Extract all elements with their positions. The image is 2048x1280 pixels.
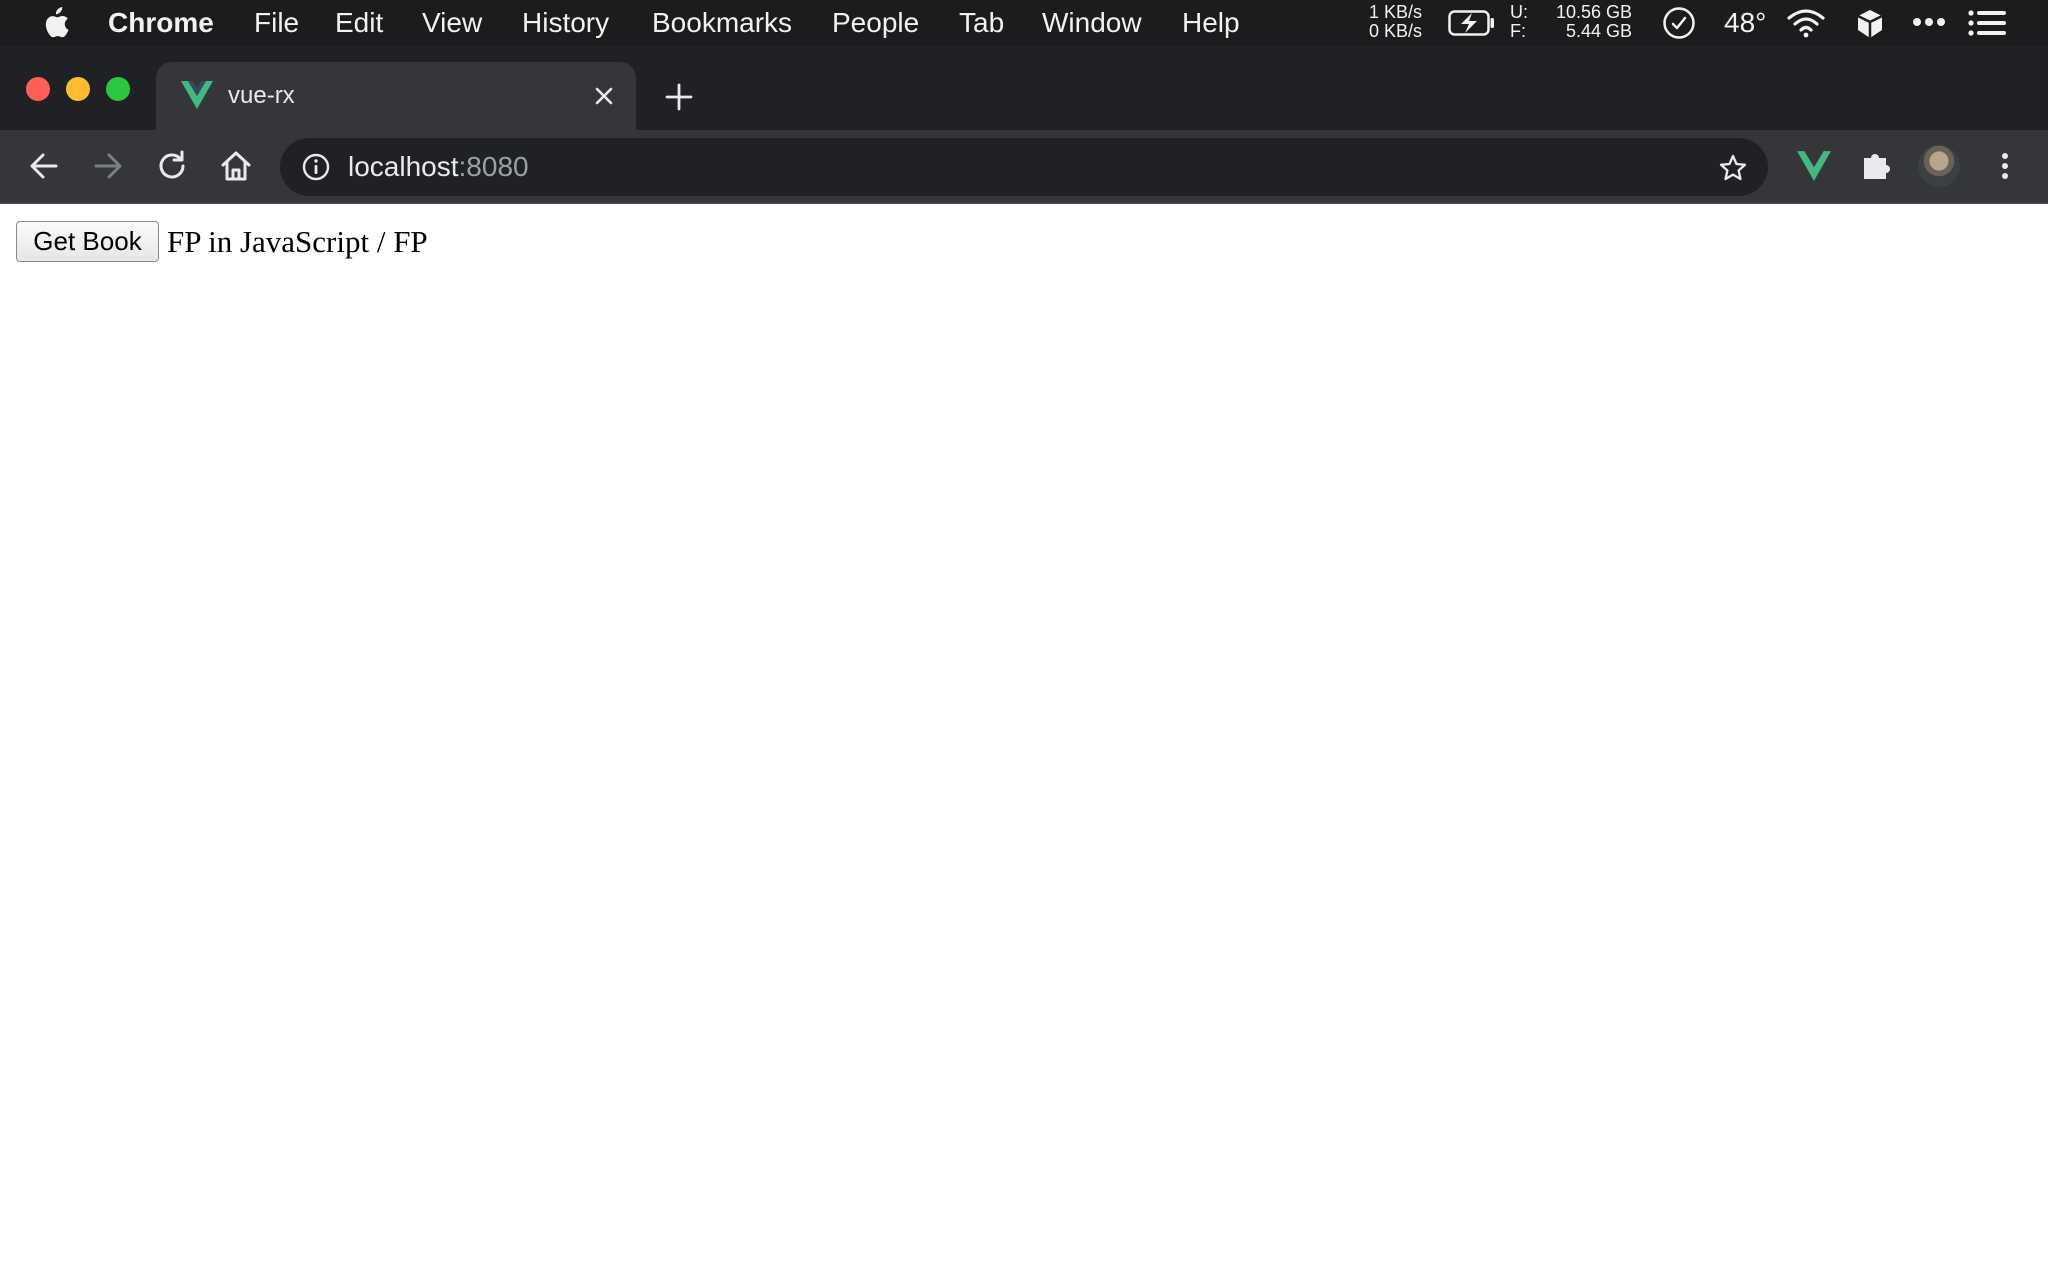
disk-free-label: F: xyxy=(1510,21,1526,41)
menu-app-chrome[interactable]: Chrome xyxy=(108,0,214,46)
address-bar[interactable]: localhost:8080 xyxy=(280,138,1768,196)
vue-logo-icon xyxy=(181,81,213,109)
cube-icon[interactable] xyxy=(1856,8,1884,40)
extensions-puzzle-icon[interactable] xyxy=(1860,148,1894,182)
menu-tab[interactable]: Tab xyxy=(959,0,1004,46)
reload-icon[interactable] xyxy=(154,148,190,184)
window-zoom-button[interactable] xyxy=(106,77,130,101)
list-icon[interactable] xyxy=(1968,10,2006,36)
home-icon[interactable] xyxy=(218,148,254,184)
tab-title: vue-rx xyxy=(228,82,295,109)
forward-arrow-icon[interactable] xyxy=(90,148,126,184)
vue-devtools-extension-icon[interactable] xyxy=(1796,148,1832,184)
disk-used-label: U: xyxy=(1510,2,1528,22)
more-icon[interactable] xyxy=(1912,16,1946,28)
disk-free-value: 5.44 GB xyxy=(1565,21,1632,41)
site-info-icon[interactable] xyxy=(302,153,330,181)
disk-usage[interactable]: 10.56 GB 5.44 GB xyxy=(1540,3,1632,49)
battery-charging-icon[interactable] xyxy=(1448,10,1496,36)
apple-logo-icon[interactable] xyxy=(40,7,70,39)
window-close-button[interactable] xyxy=(26,77,50,101)
browser-tab-active[interactable]: vue-rx xyxy=(156,62,636,130)
menu-view[interactable]: View xyxy=(422,0,482,46)
menu-history[interactable]: History xyxy=(522,0,609,46)
disk-labels: U: F: xyxy=(1510,3,1528,49)
back-arrow-icon[interactable] xyxy=(26,148,62,184)
url-port: :8080 xyxy=(458,151,529,182)
get-book-button[interactable]: Get Book xyxy=(16,221,159,262)
profile-avatar[interactable] xyxy=(1918,145,1960,187)
clock-icon[interactable] xyxy=(1662,6,1696,40)
network-download: 0 KB/s xyxy=(1368,21,1422,41)
network-upload: 1 KB/s xyxy=(1368,2,1422,22)
wifi-icon[interactable] xyxy=(1786,8,1826,38)
url-text[interactable]: localhost:8080 xyxy=(348,138,529,196)
book-result-text: FP in JavaScript / FP xyxy=(167,224,428,259)
mac-menu-bar: Chrome File Edit View History Bookmarks … xyxy=(0,0,2048,46)
url-host: localhost xyxy=(348,151,459,182)
chrome-menu-icon[interactable] xyxy=(1990,148,2020,184)
window-minimize-button[interactable] xyxy=(66,77,90,101)
disk-used-value: 10.56 GB xyxy=(1555,2,1632,22)
network-speed[interactable]: 1 KB/s 0 KB/s xyxy=(1352,3,1422,49)
menu-bookmarks[interactable]: Bookmarks xyxy=(652,0,792,46)
menu-edit[interactable]: Edit xyxy=(335,0,383,46)
menu-file[interactable]: File xyxy=(254,0,299,46)
new-tab-icon[interactable] xyxy=(664,82,694,112)
bookmark-star-icon[interactable] xyxy=(1718,153,1748,183)
menu-people[interactable]: People xyxy=(832,0,919,46)
menu-window[interactable]: Window xyxy=(1042,0,1142,46)
tab-close-icon[interactable] xyxy=(592,84,616,108)
page-viewport: Get Book FP in JavaScript / FP xyxy=(0,205,2048,1280)
menu-help[interactable]: Help xyxy=(1182,0,1240,46)
temperature-readout[interactable]: 48° xyxy=(1724,0,1766,46)
